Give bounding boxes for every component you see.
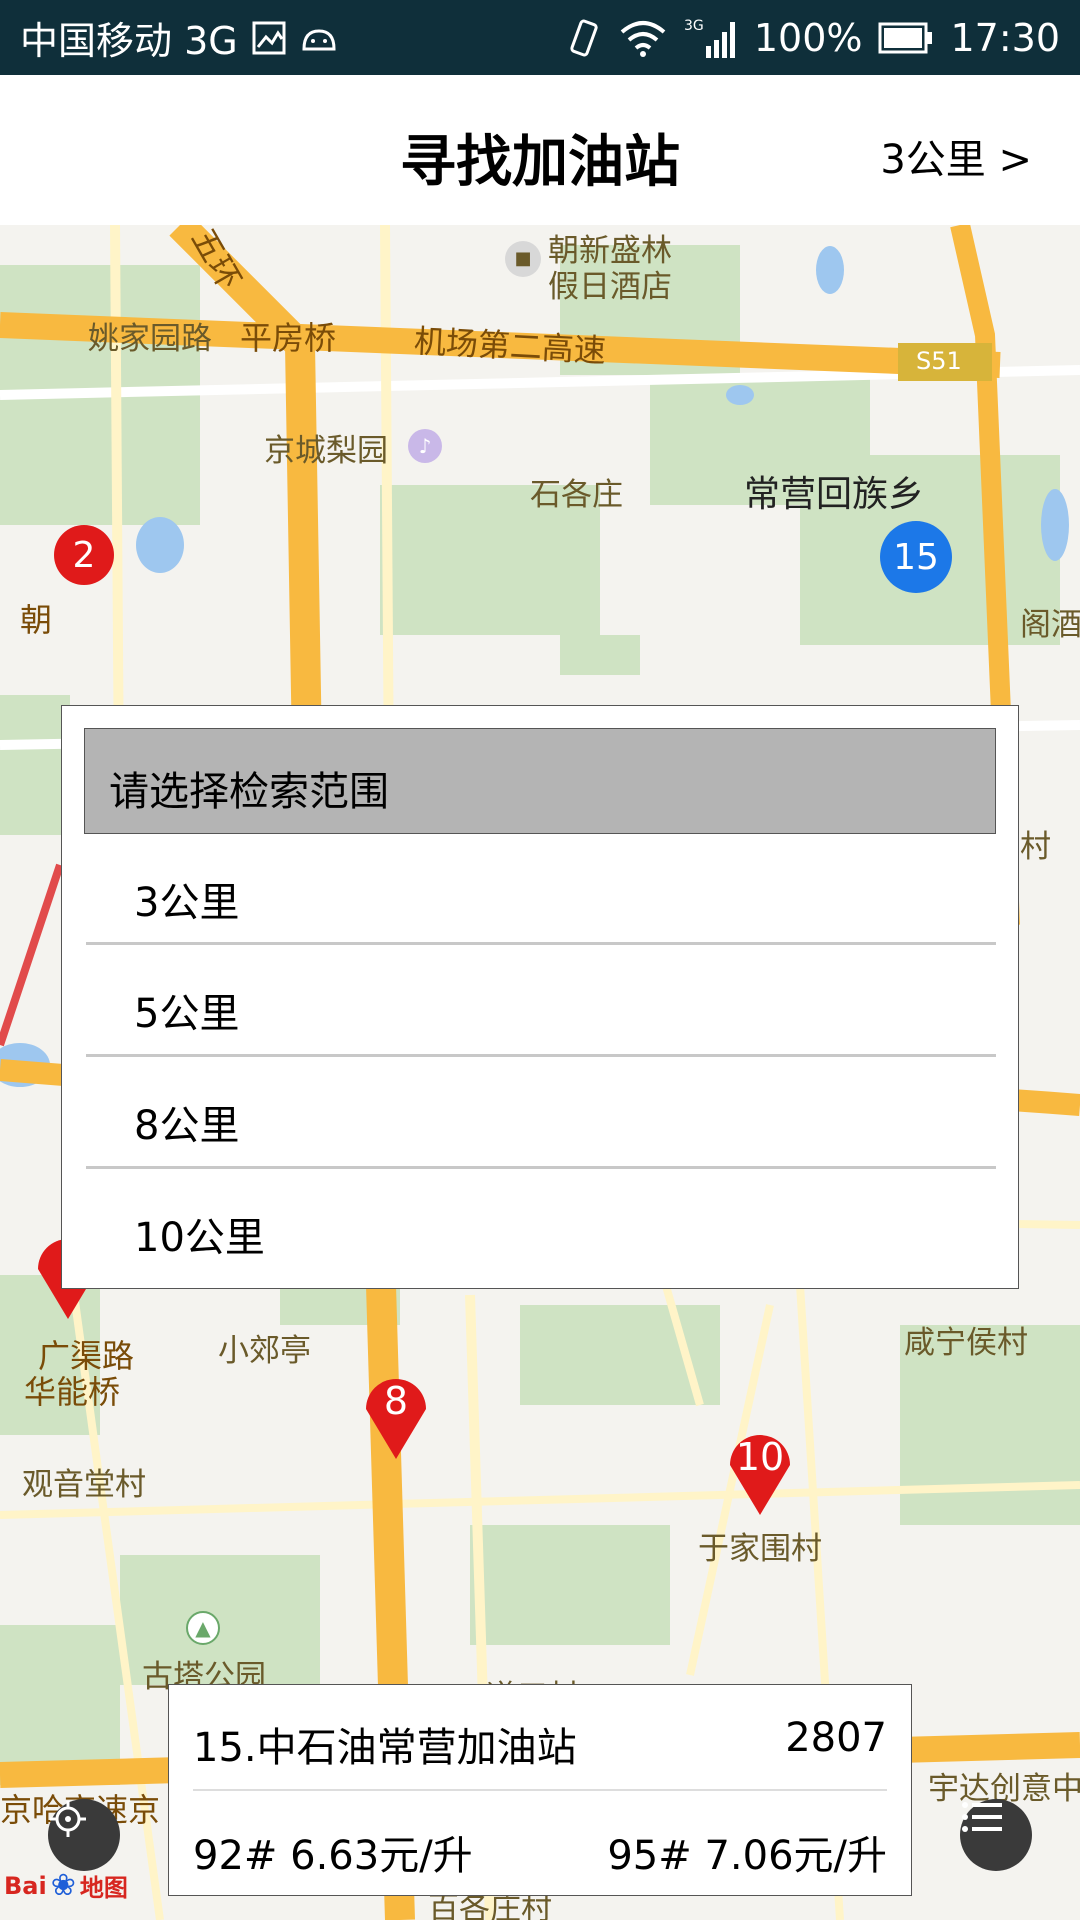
range-dialog: 请选择检索范围 3公里 5公里 8公里 10公里 — [61, 705, 1019, 1289]
paw-icon: ❀ — [50, 1868, 76, 1903]
park-icon: ▲ — [186, 1611, 220, 1645]
map-label-hotel-2: 假日酒店 — [548, 269, 672, 305]
range-option-5km[interactable]: 5公里 — [86, 945, 996, 1055]
price-95: 95# 7.06元/升 — [607, 1833, 887, 1879]
baidu-map-logo: Bai ❀ 地图 — [4, 1868, 128, 1903]
map-label-xiaojiaoting: 小郊亭 — [218, 1333, 311, 1369]
carrier-label: 中国移动 3G — [20, 19, 238, 63]
map-label-cun: 村 — [1020, 829, 1051, 865]
clock: 17:30 — [950, 15, 1060, 60]
crosshair-icon — [50, 1801, 86, 1837]
card-divider — [193, 1789, 887, 1791]
map-label-yaojiayuan-road: 姚家园路 — [88, 321, 212, 357]
map-label-huaneng-bridge: 华能桥 — [24, 1373, 121, 1411]
map-label-shigezhuang: 石各庄 — [530, 477, 623, 513]
map-label-pingfang-bridge: 平房桥 — [240, 319, 337, 357]
baidu-logo-map-text: 地图 — [79, 1874, 128, 1902]
station-marker-2[interactable]: 2 — [54, 525, 114, 585]
locate-button[interactable] — [48, 1799, 120, 1871]
dialog-title: 请选择检索范围 — [84, 728, 996, 834]
map-label-hotel-partial: 阁酒店 — [1020, 607, 1080, 643]
signal-icon: 3G — [684, 16, 738, 60]
range-option-8km[interactable]: 8公里 — [86, 1057, 996, 1167]
station-pin-8-label: 8 — [383, 1379, 409, 1423]
music-icon: ♪ — [408, 429, 442, 463]
map-label-xianning: 咸宁侯村 — [904, 1325, 1028, 1361]
battery-icon — [878, 22, 934, 54]
station-pin-8[interactable]: 8 — [358, 1365, 434, 1461]
baidu-logo-text: Bai — [4, 1871, 47, 1900]
android-icon — [300, 25, 338, 51]
vibrate-icon — [566, 18, 602, 58]
map-label-jingcheng-liyuan: 京城梨园 — [264, 433, 388, 469]
station-marker-15[interactable]: 15 — [880, 521, 952, 593]
map-label-s51: S51 — [916, 347, 962, 375]
price-92: 92# 6.63元/升 — [193, 1833, 473, 1879]
network-type-label: 3G — [684, 18, 704, 34]
station-pin-10[interactable]: 10 — [722, 1421, 798, 1517]
station-pin-10-label: 10 — [735, 1435, 785, 1479]
map-label-guanyintang: 观音堂村 — [22, 1467, 146, 1503]
wifi-icon — [618, 18, 668, 58]
title-bar: 寻找加油站 3公里 > — [0, 75, 1080, 225]
range-option-3km[interactable]: 3公里 — [86, 834, 996, 944]
range-selector-link[interactable]: 3公里 > — [880, 127, 1032, 185]
list-view-button[interactable] — [960, 1799, 1032, 1871]
hotel-icon: ■ — [505, 241, 541, 277]
station-name: 15.中石油常营加油站 — [193, 1725, 577, 1771]
map-label-changying: 常营回族乡 — [744, 474, 925, 515]
station-info-card[interactable]: 15.中石油常营加油站 2807 92# 6.63元/升 95# 7.06元/升 — [168, 1684, 912, 1896]
station-distance: 2807 — [785, 1715, 887, 1761]
status-bar: 中国移动 3G 3G 100% 17:30 — [0, 0, 1080, 75]
battery-percent: 100% — [753, 15, 863, 60]
map-label-yujiawei: 于家围村 — [698, 1531, 822, 1567]
range-option-10km[interactable]: 10公里 — [86, 1169, 996, 1279]
gallery-icon — [252, 21, 286, 55]
map-label-chao: 朝 — [20, 601, 53, 639]
list-icon — [962, 1802, 1002, 1832]
